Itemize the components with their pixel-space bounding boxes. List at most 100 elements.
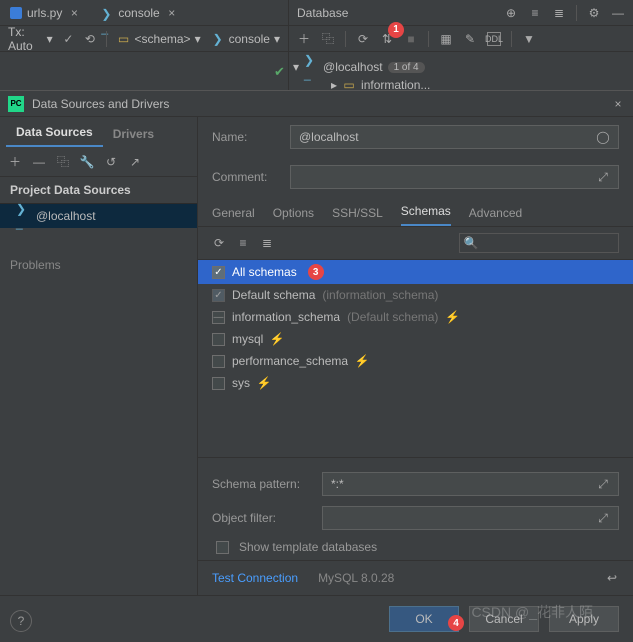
project-data-sources-header: Project Data Sources: [0, 177, 197, 204]
schema-row-performance[interactable]: performance_schema ⚡: [198, 350, 633, 372]
edit-icon[interactable]: ✎: [463, 32, 477, 46]
schema-row-information[interactable]: — information_schema (Default schema) ⚡: [198, 306, 633, 328]
dialog-title: Data Sources and Drivers: [32, 97, 611, 111]
template-label: Show template databases: [239, 540, 377, 554]
stop-icon[interactable]: ■: [404, 32, 418, 46]
gear-icon[interactable]: ⚙: [587, 6, 601, 20]
revert-icon[interactable]: ↩: [605, 571, 619, 585]
circle-icon[interactable]: ◯: [596, 130, 610, 144]
diagram-icon[interactable]: ▦: [439, 32, 453, 46]
ok-button[interactable]: OK4: [389, 606, 459, 632]
data-sources-dialog: PC Data Sources and Drivers × Data Sourc…: [0, 90, 633, 642]
name-label: Name:: [212, 130, 276, 144]
chevron-down-icon: ▾: [293, 60, 299, 74]
badge-4: 4: [448, 615, 464, 631]
driver-version-text: MySQL 8.0.28: [318, 571, 394, 585]
checkbox[interactable]: —: [212, 311, 225, 324]
tab-ssh[interactable]: SSH/SSL: [332, 200, 383, 226]
config-tabs: General Options SSH/SSL Schemas Advanced: [198, 197, 633, 227]
duplicate-icon[interactable]: ⿻: [321, 32, 335, 46]
app-icon: PC: [8, 96, 24, 112]
cancel-button[interactable]: Cancel: [469, 606, 539, 632]
search-icon: 🔍: [464, 236, 478, 250]
checkbox[interactable]: [212, 355, 225, 368]
schema-icon: ▭: [117, 32, 131, 46]
checkbox[interactable]: [212, 333, 225, 346]
collapse-all-icon[interactable]: ≣: [552, 6, 566, 20]
ddl-icon[interactable]: DDL: [487, 32, 501, 46]
collapse-icon[interactable]: ⊕: [504, 6, 518, 20]
remove-icon[interactable]: —: [32, 155, 46, 169]
tab-options[interactable]: Options: [273, 200, 314, 226]
check-icon: ✔: [274, 64, 285, 80]
tree-datasource[interactable]: ▾ ❯_ @localhost 1 of 4: [293, 58, 629, 76]
close-icon[interactable]: ×: [165, 6, 179, 20]
refresh-icon[interactable]: ⟳: [212, 236, 226, 250]
tab-general[interactable]: General: [212, 200, 255, 226]
badge-1: 1: [388, 22, 404, 38]
lightning-icon: ⚡: [355, 354, 369, 368]
tab-data-sources[interactable]: Data Sources: [6, 119, 103, 147]
checkbox[interactable]: [212, 377, 225, 390]
sync-icon[interactable]: ⇅1: [380, 32, 394, 46]
console-selector[interactable]: ❯console ▾: [211, 32, 280, 46]
expand-all-icon[interactable]: ≡: [236, 236, 250, 250]
problems-section[interactable]: Problems: [0, 228, 197, 302]
python-file-icon: [10, 7, 22, 19]
count-badge: 1 of 4: [388, 62, 425, 73]
name-input[interactable]: @localhost◯: [290, 125, 619, 149]
tx-mode-selector[interactable]: Tx: Auto ▾: [8, 25, 53, 53]
schema-pattern-input[interactable]: *:*⤢: [322, 472, 619, 496]
tab-advanced[interactable]: Advanced: [469, 200, 522, 226]
close-icon[interactable]: ×: [67, 6, 81, 20]
add-icon[interactable]: ＋: [8, 155, 22, 169]
console-icon: ❯: [211, 32, 225, 46]
database-panel: Database ⊕ ≡ ≣ ⚙ — ＋ ⿻ ⟳ ⇅1 ■ ▦ ✎ DDL ▼ …: [288, 0, 633, 90]
schema-filter-input[interactable]: 🔍: [459, 233, 619, 253]
expand-icon[interactable]: ⤢: [596, 170, 610, 184]
test-connection-link[interactable]: Test Connection: [212, 571, 298, 585]
tab-file[interactable]: urls.py ×: [0, 0, 91, 25]
chevron-down-icon: ▾: [47, 32, 53, 46]
comment-input[interactable]: ⤢: [290, 165, 619, 189]
tab-drivers[interactable]: Drivers: [103, 121, 164, 147]
tab-label: console: [118, 6, 159, 20]
duplicate-icon[interactable]: ⿻: [56, 155, 70, 169]
object-filter-label: Object filter:: [212, 511, 312, 525]
schema-selector[interactable]: ▭<schema> ▾: [117, 32, 201, 46]
schema-list: ✓ All schemas 3 ✓ Default schema (inform…: [198, 260, 633, 394]
undo-icon[interactable]: ↺: [104, 155, 118, 169]
template-checkbox[interactable]: [216, 541, 229, 554]
expand-icon[interactable]: ⤢: [596, 477, 610, 491]
refresh-icon[interactable]: ⟳: [356, 32, 370, 46]
filter-icon[interactable]: ▼: [522, 32, 536, 46]
commit-icon[interactable]: ✓: [63, 32, 75, 46]
chevron-down-icon: ▾: [195, 32, 201, 46]
schema-row-sys[interactable]: sys ⚡: [198, 372, 633, 394]
collapse-all-icon[interactable]: ≣: [260, 236, 274, 250]
tools-icon[interactable]: 🔧: [80, 155, 94, 169]
schema-row-all[interactable]: ✓ All schemas 3: [198, 260, 633, 284]
schema-row-mysql[interactable]: mysql ⚡: [198, 328, 633, 350]
object-filter-input[interactable]: ⤢: [322, 506, 619, 530]
expand-icon[interactable]: ⤢: [596, 511, 610, 525]
add-icon[interactable]: ＋: [297, 32, 311, 46]
chevron-down-icon: ▾: [274, 32, 280, 46]
help-button[interactable]: ?: [10, 610, 32, 632]
make-global-icon[interactable]: ↗: [128, 155, 142, 169]
lightning-icon: ⚡: [270, 332, 284, 346]
close-icon[interactable]: ×: [611, 97, 625, 111]
rollback-icon[interactable]: ⟲: [84, 32, 96, 46]
data-source-item[interactable]: ❯_ @localhost: [0, 204, 197, 228]
checkbox[interactable]: ✓: [212, 289, 225, 302]
datasource-icon: ❯_: [304, 60, 318, 74]
apply-button[interactable]: Apply: [549, 606, 619, 632]
tab-label: urls.py: [27, 6, 62, 20]
expand-icon[interactable]: ≡: [528, 6, 542, 20]
tab-schemas[interactable]: Schemas: [401, 198, 451, 226]
tab-console[interactable]: ❯_ console ×: [91, 0, 188, 25]
badge-3: 3: [308, 264, 324, 280]
checkbox[interactable]: ✓: [212, 266, 225, 279]
hide-icon[interactable]: —: [611, 6, 625, 20]
schema-row-default[interactable]: ✓ Default schema (information_schema): [198, 284, 633, 306]
